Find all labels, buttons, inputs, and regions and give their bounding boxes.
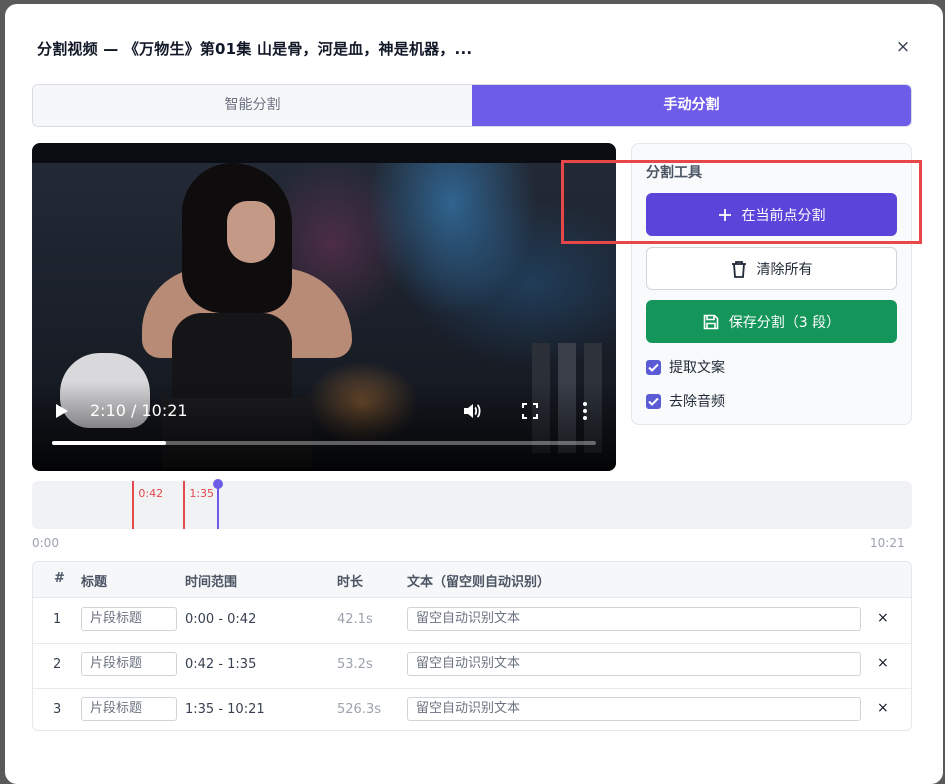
header-duration: 时长	[337, 575, 364, 590]
header-title: 标题	[81, 575, 108, 590]
table-row: 1 片段标题 0:00 - 0:42 42.1s 留空自动识别文本 ×	[33, 598, 911, 644]
tab-smart-split[interactable]: 智能分割	[33, 85, 472, 126]
play-icon[interactable]	[56, 404, 68, 418]
tab-manual-split[interactable]: 手动分割	[472, 85, 911, 126]
row-time-range: 0:00 - 0:42	[185, 612, 257, 627]
segment-text-input[interactable]: 留空自动识别文本	[407, 652, 861, 676]
segment-title-input[interactable]: 片段标题	[81, 697, 177, 721]
fullscreen-icon[interactable]	[522, 403, 538, 419]
split-tools-panel: 分割工具 在当前点分割 清除所有 保存分割（3 段） 提取文案 去除音频	[631, 143, 912, 425]
split-at-current-button[interactable]: 在当前点分割	[646, 193, 897, 236]
check-icon	[646, 359, 661, 375]
save-split-button[interactable]: 保存分割（3 段）	[646, 300, 897, 343]
segments-table: # 标题 时间范围 时长 文本（留空则自动识别） 1 片段标题 0:00 - 0…	[32, 561, 912, 731]
header-index: #	[54, 571, 65, 586]
more-options-icon[interactable]	[580, 401, 590, 421]
save-icon	[703, 314, 719, 330]
clear-all-label: 清除所有	[756, 261, 813, 278]
volume-icon[interactable]	[462, 401, 482, 421]
video-progress-bar[interactable]	[52, 441, 596, 445]
table-row: 3 片段标题 1:35 - 10:21 526.3s 留空自动识别文本 ×	[33, 688, 911, 730]
row-time-range: 0:42 - 1:35	[185, 657, 257, 672]
split-marker[interactable]	[132, 481, 135, 529]
dialog-title: 分割视频 — 《万物生》第01集 山是骨，河是血，神是机器，...	[37, 40, 473, 58]
check-icon	[646, 393, 661, 409]
mode-tabs: 智能分割 手动分割	[32, 84, 912, 127]
header-text: 文本（留空则自动识别）	[407, 575, 551, 590]
row-index: 1	[53, 612, 62, 627]
video-progress-fill	[52, 441, 167, 445]
timeline-end-label: 10:21	[870, 536, 905, 550]
segment-text-input[interactable]: 留空自动识别文本	[407, 607, 861, 631]
row-index: 3	[53, 702, 62, 717]
clear-all-button[interactable]: 清除所有	[646, 247, 897, 290]
segment-title-input[interactable]: 片段标题	[81, 652, 177, 676]
table-row: 2 片段标题 0:42 - 1:35 53.2s 留空自动识别文本 ×	[33, 643, 911, 689]
delete-row-icon[interactable]: ×	[877, 700, 889, 716]
split-timeline[interactable]: 0:42 1:35	[32, 479, 912, 529]
table-header: # 标题 时间范围 时长 文本（留空则自动识别）	[33, 562, 911, 598]
segment-title-input[interactable]: 片段标题	[81, 607, 177, 631]
trash-icon	[731, 260, 747, 278]
split-marker-label: 1:35	[189, 487, 215, 500]
video-player[interactable]: 2:10 / 10:21	[32, 143, 616, 471]
extract-text-checkbox[interactable]: 提取文案	[646, 357, 725, 377]
delete-row-icon[interactable]: ×	[877, 610, 889, 626]
delete-row-icon[interactable]: ×	[877, 655, 889, 671]
row-time-range: 1:35 - 10:21	[185, 702, 265, 717]
row-duration: 526.3s	[337, 702, 381, 717]
split-tools-title: 分割工具	[646, 165, 702, 181]
playhead-handle[interactable]	[213, 479, 223, 489]
segment-text-input[interactable]: 留空自动识别文本	[407, 697, 861, 721]
extract-text-label: 提取文案	[669, 360, 725, 376]
close-icon[interactable]: ×	[893, 37, 913, 57]
split-marker-label: 0:42	[138, 487, 164, 500]
header-range: 时间范围	[185, 575, 238, 590]
plus-icon	[718, 208, 732, 222]
remove-audio-label: 去除音频	[669, 394, 725, 410]
row-duration: 53.2s	[337, 657, 373, 672]
remove-audio-checkbox[interactable]: 去除音频	[646, 391, 725, 411]
split-marker[interactable]	[183, 481, 186, 529]
row-duration: 42.1s	[337, 612, 373, 627]
video-time: 2:10 / 10:21	[90, 401, 188, 420]
save-split-label: 保存分割（3 段）	[728, 314, 841, 331]
split-at-current-label: 在当前点分割	[741, 207, 826, 224]
timeline-start-label: 0:00	[32, 536, 59, 550]
row-index: 2	[53, 657, 62, 672]
